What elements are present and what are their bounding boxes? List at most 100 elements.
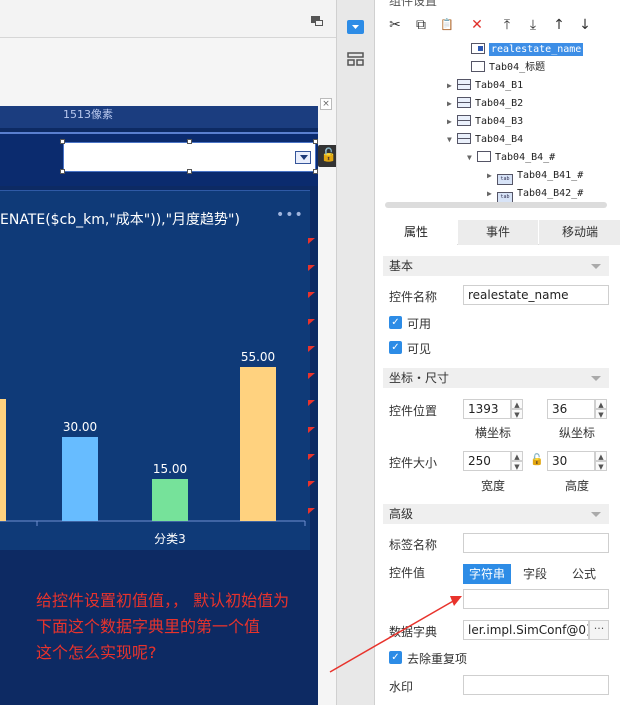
resize-handle[interactable] xyxy=(313,169,318,174)
enabled-checkbox[interactable]: ✓ xyxy=(389,316,402,329)
chevron-right-icon[interactable]: ▶ xyxy=(487,185,497,203)
ellipsis-button[interactable]: ··· xyxy=(589,620,609,640)
chevron-right-icon[interactable]: ▶ xyxy=(487,167,497,185)
height-input[interactable]: 30 xyxy=(547,451,595,471)
bar xyxy=(240,367,276,521)
edge-marker xyxy=(308,292,315,298)
chevron-down-icon[interactable]: ▼ xyxy=(447,131,457,149)
component-toolbar: ✂ ⧉ 📋 ✕ ⤒ ⤓ ↑ ↓ xyxy=(381,14,617,38)
tree-node-label: Tab04_B1 xyxy=(475,80,524,91)
widget-value-input[interactable] xyxy=(463,589,609,609)
tree-node[interactable]: ▶ tab Tab04_B41_# xyxy=(487,167,583,185)
width-stepper[interactable]: ▲ ▼ xyxy=(511,451,523,471)
tree-node[interactable]: Tab04_标题 xyxy=(461,59,545,77)
move-down-icon[interactable]: ↓ xyxy=(575,14,595,36)
tree-node[interactable]: ▼ Tab04_B4_# xyxy=(467,149,555,167)
resize-handle[interactable] xyxy=(187,139,192,144)
plain-component-icon xyxy=(471,61,485,72)
bar-chart-plot: 030.0015.0055.00分类3 xyxy=(0,350,306,546)
widget-name-input[interactable]: realestate_name xyxy=(463,285,609,305)
tree-node[interactable]: ▶ Tab04_B3 xyxy=(447,113,523,131)
y-caption: 纵坐标 xyxy=(559,426,596,440)
position-label: 控件位置 xyxy=(389,404,438,418)
chevron-right-icon[interactable]: ▶ xyxy=(447,113,457,131)
watermark-label: 水印 xyxy=(389,680,414,694)
annotation-line: 下面这个数据字典里的第一个值 xyxy=(36,617,261,636)
chevron-down-icon[interactable]: ▼ xyxy=(467,149,477,167)
tree-node[interactable]: ▼ Tab04_B4 xyxy=(447,131,523,149)
edge-marker xyxy=(308,346,315,352)
value-mode-string[interactable]: 字符串 xyxy=(463,564,511,584)
chevron-down-icon[interactable] xyxy=(295,151,311,164)
visible-label: 可见 xyxy=(407,342,432,356)
tree-node-label: Tab04_B2 xyxy=(475,98,524,109)
aspect-lock-icon[interactable]: 🔓 xyxy=(530,453,544,466)
dedupe-label: 去除重复项 xyxy=(407,652,468,666)
x-coordinate-stepper[interactable]: ▲ ▼ xyxy=(511,399,523,419)
bar-value-label: 55.00 xyxy=(241,350,275,364)
close-icon[interactable]: × xyxy=(320,98,332,110)
section-basic[interactable]: 基本 xyxy=(383,256,609,276)
realestate-combo-box[interactable] xyxy=(63,142,316,172)
component-tree[interactable]: realestate_name Tab04_标题 ▶ Tab04_B1 ▶ Tab04_B… xyxy=(385,40,607,204)
chevron-right-icon[interactable]: ▶ xyxy=(447,77,457,95)
data-dictionary-input[interactable]: ler.impl.SimConf@0]] xyxy=(463,620,589,640)
dedupe-checkbox[interactable]: ✓ xyxy=(389,651,402,664)
paste-icon[interactable]: 📋 xyxy=(437,14,457,36)
y-coordinate-input[interactable]: 36 xyxy=(547,399,595,419)
selection-edge-markers xyxy=(308,238,315,514)
x-tick-label: 分类3 xyxy=(154,532,186,546)
edge-marker xyxy=(308,265,315,271)
canvas-top-bar xyxy=(0,0,336,38)
x-coordinate-input[interactable]: 1393 xyxy=(463,399,511,419)
tab-component-icon: tab xyxy=(497,174,513,185)
pin-corner-icon[interactable] xyxy=(311,16,323,26)
design-canvas[interactable]: × 1513像素 ENATE($cb_km,"成本")),"月度趋势") •••… xyxy=(0,0,336,705)
tab-mobile[interactable]: 移动端 xyxy=(539,220,620,245)
tree-node[interactable]: ▶ Tab04_B1 xyxy=(447,77,523,95)
tree-scrollbar[interactable] xyxy=(385,202,607,208)
panel-title: 组件设置 xyxy=(389,0,438,8)
watermark-input[interactable] xyxy=(463,675,609,695)
copy-icon[interactable]: ⧉ xyxy=(411,14,431,36)
tree-node[interactable]: ▶ tab Tab04_B42_# xyxy=(487,185,583,203)
cut-icon[interactable]: ✂ xyxy=(385,14,405,36)
tree-node[interactable]: ▶ Tab04_B2 xyxy=(447,95,523,113)
resize-handle[interactable] xyxy=(60,169,65,174)
grid-component-icon xyxy=(457,79,471,90)
move-top-icon[interactable]: ⤒ xyxy=(497,14,517,36)
chevron-right-icon[interactable]: ▶ xyxy=(447,95,457,113)
tag-name-label: 标签名称 xyxy=(389,538,438,552)
annotation-line: 给控件设置初值值，， 默认初始值为 xyxy=(36,591,290,610)
y-coordinate-stepper[interactable]: ▲ ▼ xyxy=(595,399,607,419)
width-input[interactable]: 250 xyxy=(463,451,511,471)
edge-marker xyxy=(308,427,315,433)
width-caption: 宽度 xyxy=(481,479,506,493)
move-bottom-icon[interactable]: ⤓ xyxy=(523,14,543,36)
tab-events[interactable]: 事件 xyxy=(458,220,538,245)
delete-icon[interactable]: ✕ xyxy=(467,14,487,36)
resize-handle[interactable] xyxy=(187,169,192,174)
tag-name-input[interactable] xyxy=(463,533,609,553)
move-up-icon[interactable]: ↑ xyxy=(549,14,569,36)
value-mode-field[interactable]: 字段 xyxy=(511,564,559,584)
bar-chart-widget[interactable]: ENATE($cb_km,"成本")),"月度趋势") ••• 030.0015… xyxy=(0,190,310,550)
section-advanced[interactable]: 高级 xyxy=(383,504,609,524)
resize-handle[interactable] xyxy=(60,139,65,144)
layout-panels-icon[interactable] xyxy=(347,52,364,66)
dropdown-widget-icon[interactable] xyxy=(347,20,364,34)
tree-node[interactable]: realestate_name xyxy=(461,41,584,59)
value-mode-formula[interactable]: 公式 xyxy=(561,564,607,584)
annotation-line: 这个怎么实现呢? xyxy=(36,643,157,662)
properties-panel: 组件设置 ✂ ⧉ 📋 ✕ ⤒ ⤓ ↑ ↓ realestate_name Tab04_标题 ▶ Ta… xyxy=(374,0,620,705)
tab-properties[interactable]: 属性 xyxy=(375,220,457,245)
edge-marker xyxy=(308,238,315,244)
pixel-width-label: 1513像素 xyxy=(63,108,113,121)
lock-icon[interactable]: 🔓 xyxy=(318,145,336,167)
section-coords-size[interactable]: 坐标・尺寸 xyxy=(383,368,609,388)
height-stepper[interactable]: ▲ ▼ xyxy=(595,451,607,471)
edge-marker xyxy=(308,508,315,514)
height-caption: 高度 xyxy=(565,479,590,493)
visible-checkbox[interactable]: ✓ xyxy=(389,341,402,354)
resize-handle[interactable] xyxy=(313,139,318,144)
